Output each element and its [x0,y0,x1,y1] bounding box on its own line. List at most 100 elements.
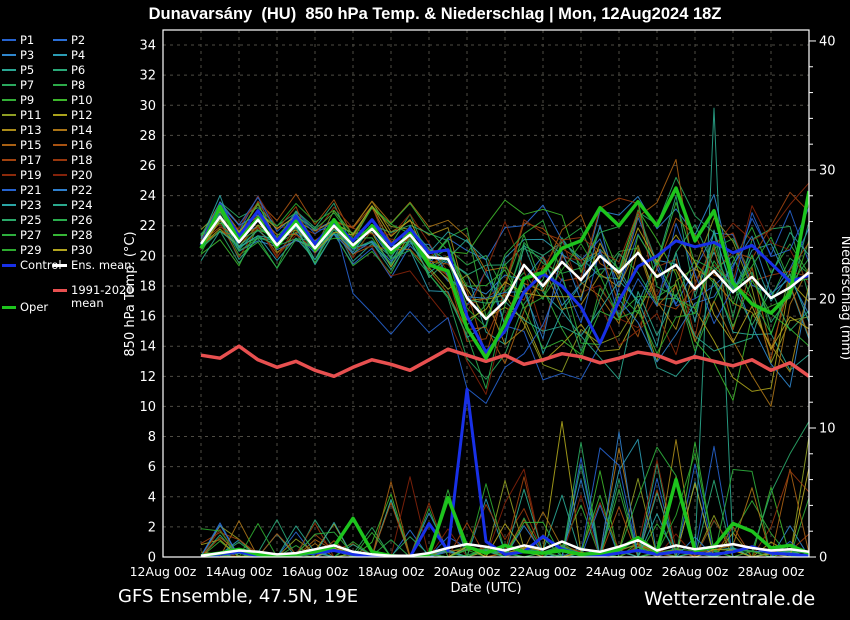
legend-color-chip [53,84,67,86]
legend-label: P20 [71,169,93,182]
x-tick-label: 16Aug 00z [282,564,349,579]
y-left-tick-label: 8 [148,430,156,445]
site-watermark: Wetterzentrale.de [644,588,815,610]
legend-color-chip [2,234,16,236]
legend-color-chip [2,114,16,116]
y-left-tick-label: 12 [139,370,156,385]
legend-item-P16: P16 [53,138,93,152]
legend-item-P28: P28 [53,228,93,242]
ensemble-legend: P1P2P3P4P5P6P7P8P9P10P11P12P13P14P15P16P… [0,0,118,340]
legend-color-chip [2,264,16,267]
legend-label: P11 [20,109,42,122]
meteogram-plot: 12Aug 00z14Aug 00z16Aug 00z18Aug 00z20Au… [0,0,850,620]
legend-color-chip [2,144,16,146]
y-left-tick-label: 32 [139,69,156,84]
legend-item-P8: P8 [53,78,85,92]
legend-label: P17 [20,154,42,167]
legend-item-climate-mean: 1991-2020 [53,283,134,297]
legend-item-P24: P24 [53,198,93,212]
legend-label: P28 [71,229,93,242]
y-left-tick-label: 24 [139,189,156,204]
y-left-tick-label: 10 [139,400,156,415]
legend-color-chip [53,249,67,251]
x-tick-label: 24Aug 00z [586,564,653,579]
legend-color-chip [53,39,67,41]
legend-color-chip [2,69,16,71]
legend-label: P5 [20,64,34,77]
legend-label: P4 [71,49,85,62]
legend-item-P26: P26 [53,213,93,227]
legend-color-chip [2,174,16,176]
x-tick-label: 14Aug 00z [206,564,273,579]
legend-label: P2 [71,34,85,47]
legend-item-P14: P14 [53,123,93,137]
legend-label: P30 [71,244,93,257]
y-left-tick-label: 2 [148,520,156,535]
legend-color-chip [53,189,67,191]
legend-item-P18: P18 [53,153,93,167]
legend-label: P29 [20,244,42,257]
legend-color-chip [2,189,16,191]
legend-label: Oper [20,301,48,314]
legend-label: P8 [71,79,85,92]
legend-item-P15: P15 [2,138,42,152]
legend-label: P1 [20,34,34,47]
legend-color-chip [2,99,16,101]
x-tick-label: 22Aug 00z [510,564,577,579]
legend-color-chip [53,264,67,267]
y-left-tick-label: 20 [139,249,156,264]
legend-item-P22: P22 [53,183,93,197]
y-right-tick-label: 0 [819,551,827,566]
legend-label: P3 [20,49,34,62]
legend-item-P6: P6 [53,63,85,77]
x-axis-title: Date (UTC) [450,581,521,596]
y-left-tick-label: 4 [148,490,156,505]
y-left-tick-label: 22 [139,219,156,234]
legend-item-P12: P12 [53,108,93,122]
x-tick-label: 20Aug 00z [434,564,501,579]
y-left-tick-label: 30 [139,99,156,114]
legend-item-ens-mean: Ens. mean [53,258,131,272]
legend-color-chip [53,289,67,292]
legend-color-chip [53,219,67,221]
legend-item-P3: P3 [2,48,34,62]
meteogram-page: Dunavarsány (HU) 850 hPa Temp. & Nieders… [0,0,850,620]
x-tick-label: 26Aug 00z [662,564,729,579]
y-right-tick-label: 40 [819,34,836,49]
legend-color-chip [53,234,67,236]
legend-color-chip [53,174,67,176]
legend-label: P23 [20,199,42,212]
legend-item-P27: P27 [2,228,42,242]
legend-color-chip [2,54,16,56]
y-left-tick-label: 34 [139,39,156,54]
legend-color-chip [53,114,67,116]
legend-item-P5: P5 [2,63,34,77]
y-left-tick-label: 26 [139,159,156,174]
legend-color-chip [2,159,16,161]
legend-item-P13: P13 [2,123,42,137]
y-left-tick-label: 28 [139,129,156,144]
legend-item-oper: Oper [2,300,48,314]
legend-label: P24 [71,199,93,212]
y-right-axis-title: Niederschlag (mm) [838,236,850,361]
legend-label: P21 [20,184,42,197]
legend-label: 1991-2020 [71,284,134,297]
y-left-tick-label: 14 [139,340,156,355]
y-left-tick-label: 18 [139,279,156,294]
y-right-tick-label: 10 [819,421,836,436]
legend-color-chip [2,249,16,251]
legend-color-chip [2,129,16,131]
legend-item-P30: P30 [53,243,93,257]
legend-color-chip [53,204,67,206]
legend-color-chip [53,69,67,71]
legend-color-chip [2,219,16,221]
legend-item-P7: P7 [2,78,34,92]
legend-label: P26 [71,214,93,227]
legend-item-P17: P17 [2,153,42,167]
legend-color-chip [2,84,16,86]
legend-item-P2: P2 [53,33,85,47]
legend-item-P23: P23 [2,198,42,212]
x-tick-label: 12Aug 00z [130,564,197,579]
legend-label: P16 [71,139,93,152]
legend-color-chip [53,54,67,56]
